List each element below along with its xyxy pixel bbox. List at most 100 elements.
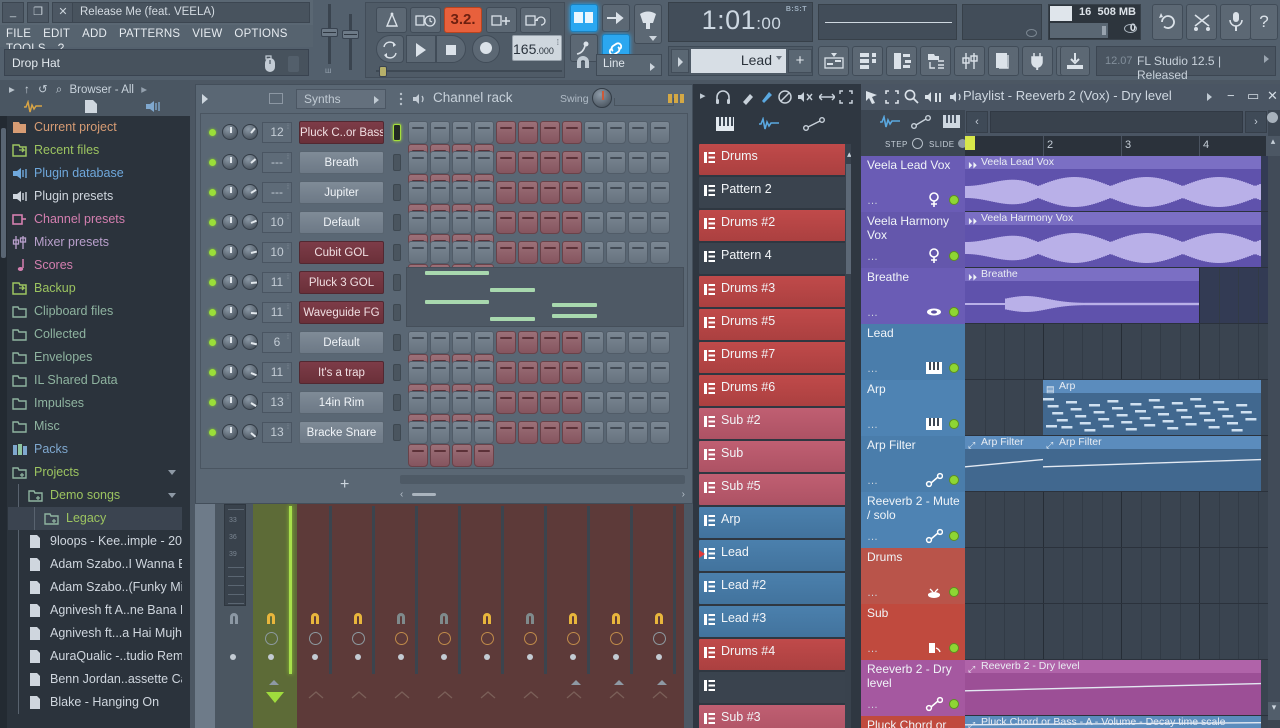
folder-icon[interactable] <box>269 93 283 104</box>
channel-volume-knob[interactable] <box>242 334 258 350</box>
step-button[interactable] <box>562 151 582 174</box>
step-button[interactable] <box>430 421 450 444</box>
step-button[interactable] <box>606 391 626 414</box>
playlist-clip[interactable]: ⤢ Pluck Chord or Bass - A - Volume - Deca… <box>965 716 1261 728</box>
insert-spinner[interactable]: ⁞ <box>287 274 289 281</box>
step-button[interactable] <box>628 331 648 354</box>
pattern-item[interactable]: Drums #7 <box>699 342 851 373</box>
step-button[interactable] <box>496 391 516 414</box>
cursor-icon[interactable] <box>865 90 881 104</box>
maximize-button[interactable]: ❐ <box>27 2 49 23</box>
step-button[interactable] <box>562 391 582 414</box>
piano-note[interactable] <box>490 288 535 292</box>
mute-icon[interactable] <box>352 611 364 626</box>
step-sequencer-row[interactable] <box>408 121 685 167</box>
insert-spinner[interactable]: ⁞ <box>287 364 289 371</box>
step-button[interactable] <box>584 361 604 384</box>
channel-volume-knob[interactable] <box>242 274 258 290</box>
mixer-strip[interactable] <box>253 504 297 728</box>
plugin-icon[interactable] <box>145 100 161 113</box>
channel-piano-roll-preview[interactable] <box>406 267 684 327</box>
track-options[interactable]: … <box>867 475 879 487</box>
playlist-track-header[interactable]: Reeverb 2 - Mute / solo… <box>861 492 965 548</box>
channel-rack-grip[interactable] <box>399 92 403 109</box>
browser-item-plugin-database[interactable]: Plugin database <box>8 162 182 185</box>
playlist-scroll-down[interactable]: ▾ <box>1268 702 1280 720</box>
mixer-strip[interactable] <box>383 504 426 728</box>
step-sequencer-row[interactable] <box>408 391 685 437</box>
step-toggle[interactable] <box>912 138 923 149</box>
browser-toggle-button[interactable] <box>920 46 951 76</box>
channel-mixer-insert[interactable]: 11 ⁞ <box>262 272 292 293</box>
pattern-item[interactable]: Lead #2 <box>699 573 851 604</box>
channel-mixer-insert[interactable]: 11 ⁞ <box>262 302 292 323</box>
channel-enable-led[interactable] <box>209 369 216 376</box>
step-button[interactable] <box>650 241 670 264</box>
step-button[interactable] <box>650 331 670 354</box>
channel-mixer-insert[interactable]: 6 ⁞ <box>262 332 292 353</box>
browser-item-legacy[interactable]: Legacy <box>8 507 182 530</box>
playlist-track-header[interactable]: Arp Filter… <box>861 436 965 492</box>
metronome-button[interactable] <box>376 7 407 33</box>
step-button[interactable] <box>606 421 626 444</box>
step-button[interactable] <box>606 241 626 264</box>
playlist-track-header[interactable]: Veela Harmony Vox… <box>861 212 965 268</box>
playlist-clip[interactable]: ▤ Arp <box>1043 380 1261 435</box>
mixer-fader[interactable] <box>415 506 418 674</box>
track-options[interactable]: … <box>867 587 879 599</box>
step-button[interactable] <box>518 361 538 384</box>
hscroll-right-arrow[interactable]: › <box>682 489 685 500</box>
step-button[interactable] <box>584 121 604 144</box>
playlist-track-lane[interactable] <box>965 324 1268 380</box>
browser-expand-arrow[interactable]: ▸ <box>141 84 147 96</box>
channel-row[interactable]: 13 ⁞ 14in Rim <box>201 387 685 437</box>
channel-row[interactable]: 6 ⁞ Default <box>201 327 685 377</box>
playlist-clip[interactable]: ⏵⏵ Breathe <box>965 268 1199 323</box>
step-button[interactable] <box>430 151 450 174</box>
magnifier-icon[interactable] <box>904 89 919 104</box>
step-button[interactable] <box>408 151 428 174</box>
step-button[interactable] <box>408 181 428 204</box>
mixer-strip[interactable] <box>340 504 383 728</box>
playlist-track-header[interactable]: Breathe… <box>861 268 965 324</box>
headphones-icon[interactable] <box>715 89 731 105</box>
step-button[interactable] <box>408 361 428 384</box>
step-button[interactable] <box>496 211 516 234</box>
mute-icon[interactable] <box>228 611 240 626</box>
step-button[interactable] <box>474 121 494 144</box>
mixer-caret[interactable] <box>571 680 581 685</box>
playlist-record-dot[interactable] <box>1267 112 1278 123</box>
channel-pan-knob[interactable] <box>222 124 238 140</box>
step-button[interactable] <box>584 241 604 264</box>
mute-icon[interactable] <box>438 611 450 626</box>
song-position-handle[interactable] <box>379 66 387 77</box>
step-button[interactable] <box>474 181 494 204</box>
channel-mixer-insert[interactable]: 13 ⁞ <box>262 392 292 413</box>
playlist-clip[interactable]: ⏵⏵ Veela Harmony Vox <box>965 212 1261 267</box>
file-icon[interactable] <box>84 99 98 114</box>
pattern-item[interactable]: Drums #6 <box>699 375 851 406</box>
step-button[interactable] <box>408 444 428 467</box>
step-button[interactable] <box>408 331 428 354</box>
menu-item-edit[interactable]: EDIT <box>37 25 76 40</box>
channel-volume-knob[interactable] <box>242 364 258 380</box>
mute-icon[interactable] <box>265 611 277 626</box>
track-enable-led[interactable] <box>949 587 959 597</box>
stop-button[interactable] <box>436 35 466 63</box>
step-button[interactable] <box>430 211 450 234</box>
channel-enable-led[interactable] <box>209 279 216 286</box>
step-button[interactable] <box>562 241 582 264</box>
pattern-scrollbar-thumb[interactable] <box>846 164 851 274</box>
snap-mode-select[interactable]: Line <box>596 54 662 76</box>
channel-row[interactable]: 10 ⁞ Default <box>201 207 685 257</box>
step-button[interactable] <box>518 391 538 414</box>
browser-back-icon[interactable]: ↺ <box>38 84 48 96</box>
step-button[interactable] <box>562 121 582 144</box>
step-button[interactable] <box>606 121 626 144</box>
mixer-caret[interactable] <box>657 680 667 685</box>
pattern-item[interactable]: Lead <box>699 540 851 571</box>
step-sequencer-row[interactable] <box>408 241 685 287</box>
step-button[interactable] <box>540 331 560 354</box>
channel-mixer-insert[interactable]: 10 ⁞ <box>262 242 292 263</box>
pattern-item[interactable]: Drums #3 <box>699 276 851 307</box>
